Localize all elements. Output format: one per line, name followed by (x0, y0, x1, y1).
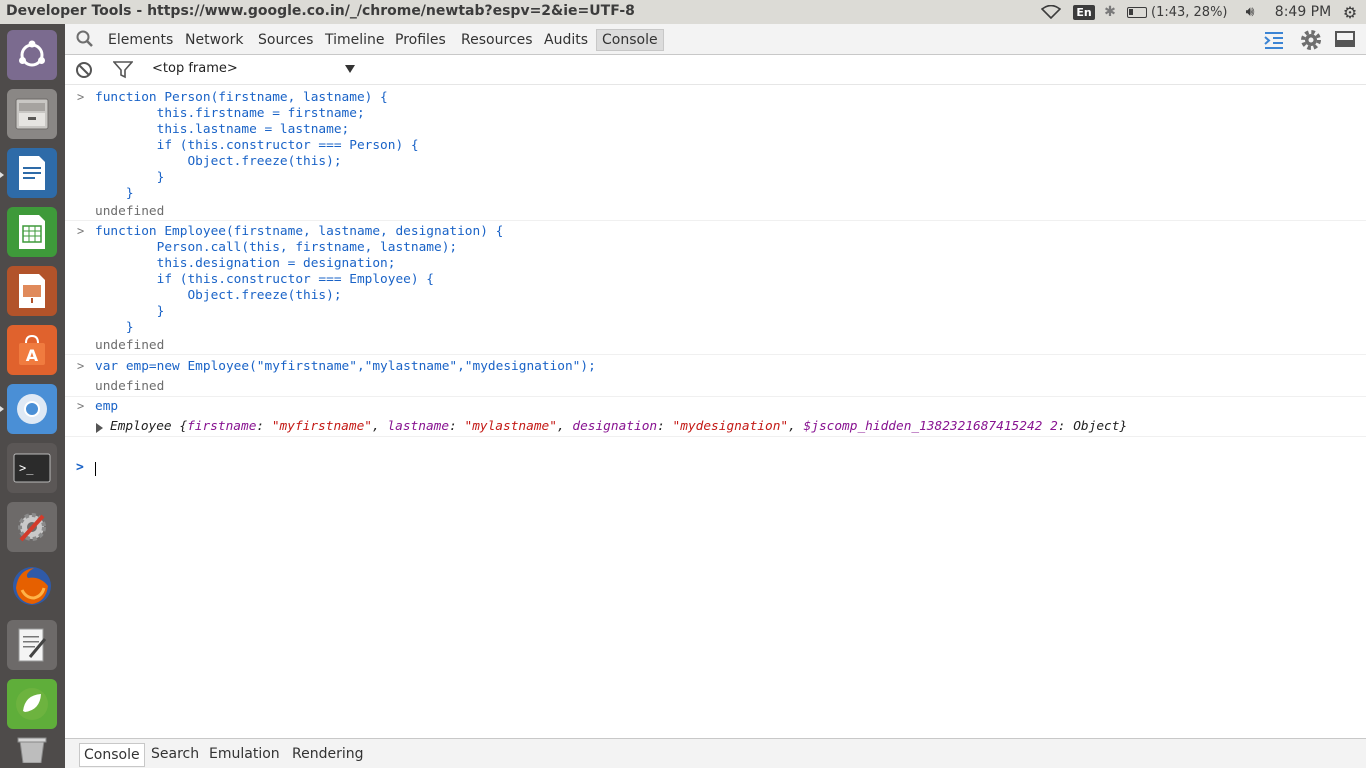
session-gear-icon[interactable]: ⚙ (1338, 0, 1362, 24)
drawer-tab-console[interactable]: Console (79, 743, 145, 767)
inspect-search-icon[interactable] (75, 29, 95, 49)
prompt-chevron-icon: > (76, 460, 84, 475)
console-result: undefined (95, 204, 165, 219)
libreoffice-calc-icon[interactable] (7, 207, 57, 257)
launcher-running-indicator (0, 172, 4, 178)
settings-gear-icon[interactable] (1299, 28, 1323, 52)
console-result: undefined (95, 379, 165, 394)
tab-console[interactable]: Console (596, 29, 664, 51)
svg-text:>_: >_ (19, 461, 34, 475)
volume-icon[interactable]: 🔊︎ (1238, 0, 1262, 24)
console-entry: > function Person(firstname, lastname) {… (65, 90, 1366, 221)
object-expander[interactable]: Employee {firstname: "myfirstname", last… (65, 419, 1366, 435)
system-settings-icon[interactable] (7, 502, 57, 552)
drawer-tab-rendering[interactable]: Rendering (288, 743, 368, 767)
spring-tool-suite-icon[interactable] (7, 679, 57, 729)
console-prompt[interactable]: > (65, 460, 1366, 478)
console-input: function Employee(firstname, lastname, d… (95, 224, 504, 335)
frame-select-value: <top frame> (152, 61, 238, 76)
tab-network[interactable]: Network (180, 29, 248, 51)
dock-side-icon[interactable] (1335, 30, 1355, 50)
libreoffice-writer-icon[interactable] (7, 148, 57, 198)
terminal-icon[interactable]: >_ (7, 443, 57, 493)
input-prompt-icon: > (77, 359, 85, 373)
drawer-tab-search[interactable]: Search (147, 743, 203, 767)
battery-indicator[interactable]: (1:43, 28%) (1127, 0, 1232, 24)
files-icon[interactable] (7, 89, 57, 139)
console-input: var emp=new Employee("myfirstname","myla… (95, 359, 596, 374)
filter-icon[interactable] (112, 61, 134, 79)
console-input: function Person(firstname, lastname) { t… (95, 90, 419, 201)
battery-icon (1127, 6, 1147, 18)
object-preview[interactable]: Employee {firstname: "myfirstname", last… (110, 419, 1127, 435)
trash-icon[interactable] (7, 734, 57, 764)
firefox-icon[interactable] (7, 561, 57, 611)
launcher: A >_ (0, 24, 65, 768)
window-title: Developer Tools - https://www.google.co.… (6, 3, 635, 19)
expand-triangle-icon[interactable] (96, 423, 103, 433)
software-center-icon[interactable]: A (7, 325, 57, 375)
tab-resources[interactable]: Resources (456, 29, 538, 51)
tab-profiles[interactable]: Profiles (390, 29, 451, 51)
show-drawer-icon[interactable] (1263, 30, 1285, 50)
console-entry: > emp Employee {firstname: "myfirstname"… (65, 399, 1366, 437)
bluetooth-icon[interactable]: ✱ (1100, 0, 1120, 24)
tab-timeline[interactable]: Timeline (320, 29, 390, 51)
tab-elements[interactable]: Elements (103, 29, 178, 51)
top-panel: Developer Tools - https://www.google.co.… (0, 0, 1366, 24)
chevron-down-icon[interactable] (345, 65, 355, 73)
input-prompt-icon: > (77, 90, 85, 104)
console-input: emp (95, 399, 119, 414)
svg-text:A: A (26, 346, 39, 365)
console-entry: > var emp=new Employee("myfirstname","my… (65, 359, 1366, 397)
console-messages[interactable]: > function Person(firstname, lastname) {… (65, 86, 1366, 738)
input-prompt-icon: > (77, 399, 85, 413)
drawer-tab-emulation[interactable]: Emulation (205, 743, 284, 767)
wifi-icon[interactable] (1040, 0, 1062, 24)
chromium-icon[interactable] (7, 384, 57, 434)
drawer-tabbar: Console Search Emulation Rendering (65, 738, 1366, 768)
console-toolbar: <top frame> (65, 55, 1366, 85)
clear-console-icon[interactable] (75, 61, 93, 79)
input-prompt-icon: > (77, 224, 85, 238)
ubuntu-dash-icon[interactable] (7, 30, 57, 80)
text-editor-icon[interactable] (7, 620, 57, 670)
libreoffice-impress-icon[interactable] (7, 266, 57, 316)
text-caret (95, 462, 96, 476)
frame-select[interactable]: <top frame> (152, 58, 362, 80)
console-result: undefined (95, 338, 165, 353)
clock[interactable]: 8:49 PM (1272, 0, 1334, 24)
keyboard-language-indicator[interactable]: En (1073, 0, 1095, 24)
tab-audits[interactable]: Audits (539, 29, 593, 51)
battery-text: (1:43, 28%) (1151, 4, 1228, 20)
console-entry: > function Employee(firstname, lastname,… (65, 224, 1366, 355)
tab-sources[interactable]: Sources (253, 29, 318, 51)
panel-tabbar: Elements Network Sources Timeline Profil… (65, 24, 1366, 55)
devtools-window: Elements Network Sources Timeline Profil… (65, 24, 1366, 768)
launcher-running-indicator (0, 406, 4, 412)
